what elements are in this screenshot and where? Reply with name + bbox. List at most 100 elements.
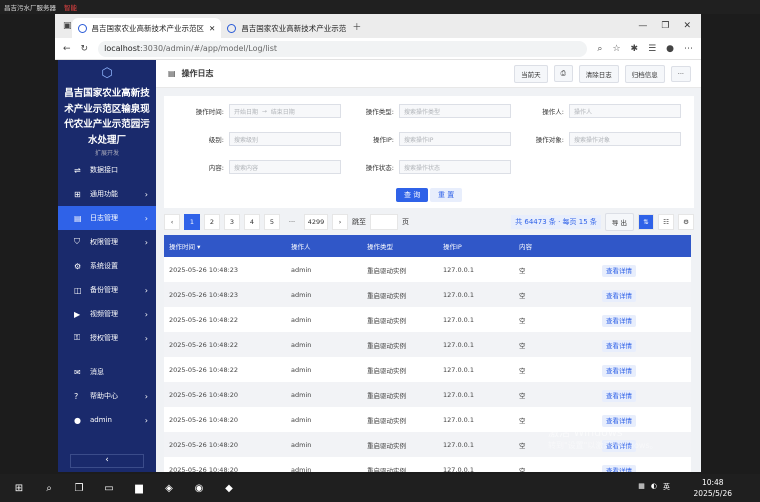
prev-page-icon[interactable]: ‹ <box>164 214 180 230</box>
search-icon[interactable]: ⌕ <box>38 477 60 499</box>
reset-button[interactable]: 重 置 <box>430 188 463 202</box>
sidebar-item[interactable]: ⛉ 权限管理 › <box>58 230 156 254</box>
close-icon[interactable]: ✕ <box>209 24 215 33</box>
col-time[interactable]: 操作时间 ▾ <box>164 241 291 251</box>
taskbar: ⊞ ⌕ ❐ ▭ ▆ ◈ ◉ ◆ ▦ ◐ 英 10:48 2025/5/26 <box>0 474 760 502</box>
view-detail-button[interactable]: 查看详情 <box>602 364 636 377</box>
table-cell: 空 <box>519 416 526 425</box>
sidebar-item-label: 数据接口 <box>90 166 118 174</box>
tab-second[interactable]: 昌吉国家农业高新技术产业示范 <box>221 18 352 38</box>
minimize-icon[interactable]: — <box>638 21 647 31</box>
shield-icon: ⛉ <box>74 237 80 246</box>
terminal-icon[interactable]: ▭ <box>98 477 120 499</box>
app-icon[interactable]: ◈ <box>158 477 180 499</box>
grid-icon: ⊞ <box>74 189 81 199</box>
sidebar-item[interactable]: ⚙ 系统设置 <box>58 254 156 278</box>
chevron-right-icon: › <box>144 189 148 199</box>
windows-start-icon[interactable]: ⊞ <box>8 477 30 499</box>
edge-icon[interactable]: ◉ <box>188 477 210 499</box>
ip-label: 操作IP: <box>372 136 394 144</box>
url-field[interactable]: localhost:3030/admin/#/app/model/Log/lis… <box>98 40 588 57</box>
type-input[interactable]: 搜索操作类型 <box>399 104 511 118</box>
export-button[interactable]: 导 出 <box>604 213 634 231</box>
query-button[interactable]: 查 询 <box>396 188 429 202</box>
site-logo-icon <box>227 23 237 33</box>
level-input[interactable]: 搜索级别 <box>229 132 341 146</box>
reload-icon[interactable]: ↻ <box>81 44 89 54</box>
menu-icon[interactable]: ⋯ <box>684 44 693 54</box>
tab-actions-icon[interactable]: ▣ <box>63 21 72 31</box>
sidebar-item[interactable]: ▶ 视频管理 › <box>58 302 156 326</box>
clock[interactable]: 10:48 2025/5/26 <box>694 477 732 499</box>
page-3[interactable]: 3 <box>224 214 240 230</box>
table-cell: 空 <box>519 391 526 400</box>
avatar[interactable]: ● <box>666 44 674 54</box>
window-close-icon[interactable]: ✕ <box>683 21 691 31</box>
view-detail-button[interactable]: 查看详情 <box>602 339 636 352</box>
address-bar: ← ↻ localhost:3030/admin/#/app/model/Log… <box>55 38 701 60</box>
sidebar-item[interactable]: ◫ 备份管理 › <box>58 278 156 302</box>
task-view-icon[interactable]: ❐ <box>68 477 90 499</box>
backup-icon: ◫ <box>74 285 82 295</box>
sidebar-item[interactable]: ● admin › <box>58 408 156 432</box>
view-detail-button[interactable]: 查看详情 <box>602 389 636 402</box>
ip-input[interactable]: 搜索操作IP <box>399 132 511 146</box>
sidebar-item[interactable]: ? 帮助中心 › <box>58 384 156 408</box>
page-4[interactable]: 4 <box>244 214 260 230</box>
star-icon[interactable]: ☆ <box>612 44 620 54</box>
tab-active[interactable]: 昌吉国家农业高新技术产业示范区 ✕ <box>71 18 222 38</box>
clock-date: 2025/5/26 <box>693 489 732 498</box>
print-icon[interactable]: ⎙ <box>553 65 573 82</box>
status-input[interactable]: 搜索操作状态 <box>399 160 511 174</box>
ime-indicator[interactable]: 英 <box>663 482 670 492</box>
next-page-icon[interactable]: › <box>332 214 348 230</box>
date-select[interactable]: 当前天 <box>514 64 548 83</box>
extensions-icon[interactable]: ✱ <box>631 44 639 54</box>
session-title: 昌吉污水厂服务器 <box>4 4 56 12</box>
view-detail-button[interactable]: 查看详情 <box>602 314 636 327</box>
zoom-icon[interactable]: ⌕ <box>597 44 602 54</box>
user-input[interactable]: 操作人 <box>569 104 681 118</box>
file-explorer-icon[interactable]: ▆ <box>128 477 150 499</box>
table-cell: 重启驱动实例 <box>367 341 406 350</box>
columns-icon[interactable]: ☷ <box>658 214 674 230</box>
table-cell: 127.0.0.1 <box>443 340 475 349</box>
sidebar-item-partial[interactable]: 扩展开发 <box>58 148 156 157</box>
sidebar-item[interactable]: ▤ 日志管理 › <box>58 206 156 230</box>
settings-gear-icon[interactable]: ⚙ <box>678 214 694 230</box>
table-cell: 127.0.0.1 <box>443 415 475 424</box>
table-cell: 127.0.0.1 <box>443 440 475 449</box>
content-input[interactable]: 搜索内容 <box>229 160 341 174</box>
col-content: 内容 <box>519 243 532 251</box>
time-label: 操作时间: <box>195 108 224 116</box>
app-red-icon[interactable]: ◆ <box>218 477 240 499</box>
more-button[interactable]: ··· <box>670 65 691 82</box>
page-1[interactable]: 1 <box>184 214 200 230</box>
page-5[interactable]: 5 <box>264 214 280 230</box>
tray-network-icon[interactable]: ▦ <box>638 482 645 492</box>
clear-log-button[interactable]: 清除日志 <box>578 64 619 83</box>
new-tab-icon[interactable]: ＋ <box>352 20 361 33</box>
favorites-icon[interactable]: ☰ <box>648 44 656 54</box>
page-last[interactable]: 4299 <box>304 214 328 230</box>
sort-icon[interactable]: ⇅ <box>638 214 654 230</box>
view-detail-button[interactable]: 查看详情 <box>602 264 636 277</box>
page-2[interactable]: 2 <box>204 214 220 230</box>
sidebar-item[interactable]: ⊞ 通用功能 › <box>58 182 156 206</box>
sidebar-item[interactable]: ⇌ 数据接口 <box>58 158 156 182</box>
collapse-button[interactable]: ‹ <box>70 454 144 468</box>
view-detail-button[interactable]: 查看详情 <box>602 464 636 472</box>
maximize-icon[interactable]: ❐ <box>661 21 669 31</box>
pagination: ‹ 1 2 3 4 5 ··· 4299 › 跳至 页 共 64473 条 · … <box>164 212 694 232</box>
date-range-input[interactable]: 开始日期 → 结束日期 <box>229 104 341 118</box>
tray-volume-icon[interactable]: ◐ <box>651 482 657 492</box>
sidebar-item[interactable]: ✉ 消息 <box>58 360 156 384</box>
view-detail-button[interactable]: 查看详情 <box>602 289 636 302</box>
jump-input[interactable] <box>370 214 398 230</box>
page-ellipsis[interactable]: ··· <box>284 214 300 230</box>
target-input[interactable]: 搜索操作对象 <box>569 132 681 146</box>
archive-button[interactable]: 归档信息 <box>624 64 665 83</box>
sidebar-item[interactable]: ⚿ 授权管理 › <box>58 326 156 350</box>
level-label: 级别: <box>208 136 224 144</box>
back-icon[interactable]: ← <box>63 44 71 54</box>
